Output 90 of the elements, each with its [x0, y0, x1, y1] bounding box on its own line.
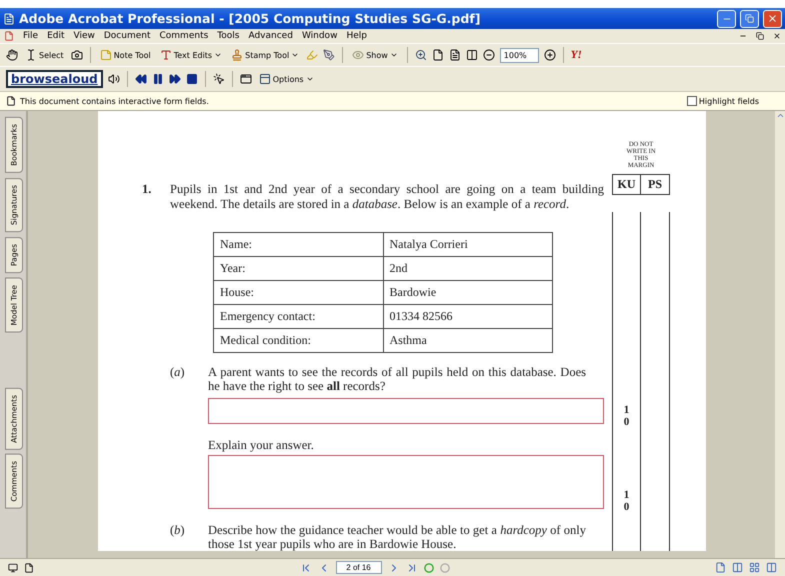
menu-item[interactable]: Document — [104, 31, 150, 41]
options-button[interactable]: Options — [256, 72, 316, 86]
menu-item[interactable]: Window — [302, 31, 338, 41]
table-cell: Name: — [214, 232, 383, 256]
table-cell: House: — [214, 280, 383, 304]
monitor-icon[interactable] — [8, 562, 18, 572]
info-message: This document contains interactive form fields. — [20, 96, 210, 106]
minimize-button[interactable] — [717, 10, 736, 28]
page-icon[interactable] — [24, 562, 34, 572]
text-icon — [160, 49, 172, 61]
pause-icon[interactable] — [152, 73, 164, 85]
highlight-fields-checkbox[interactable]: Highlight fields — [686, 96, 759, 106]
menu-item[interactable]: View — [74, 31, 95, 41]
text-edits-button[interactable]: Text Edits — [158, 48, 224, 62]
stop-icon[interactable] — [186, 73, 198, 85]
panel-icon — [258, 73, 271, 85]
fit-width-icon[interactable] — [466, 49, 478, 61]
text-cursor-icon — [25, 49, 37, 61]
note-tool-button[interactable]: Note Tool — [98, 48, 153, 62]
table-cell: 01334 82566 — [383, 304, 552, 328]
close-button[interactable] — [763, 10, 782, 28]
mark-value: 0 — [624, 500, 630, 513]
eye-icon — [352, 49, 364, 61]
show-button[interactable]: Show — [350, 48, 400, 62]
menu-item[interactable]: File — [23, 31, 38, 41]
table-cell: Year: — [214, 256, 383, 280]
menu-item[interactable]: Help — [346, 31, 367, 41]
continuous-icon[interactable] — [732, 562, 743, 573]
menu-item[interactable]: Comments — [160, 31, 208, 41]
zoom-in-icon[interactable] — [544, 49, 556, 61]
question-text: Pupils in 1st and 2nd year of a secondary school are going on a team building weekend. The details are stored in a database. Below is an example of a record. — [170, 182, 604, 212]
scroll-up-icon[interactable] — [776, 111, 784, 120]
hand-icon[interactable] — [6, 49, 18, 61]
note-icon — [100, 49, 112, 61]
part-label: (b) — [170, 522, 186, 539]
close-icon — [767, 13, 778, 24]
table-cell: Natalya Corrieri — [383, 232, 552, 256]
pen-icon[interactable] — [323, 49, 336, 61]
restore-icon[interactable] — [756, 32, 764, 40]
document-icon — [6, 96, 16, 106]
zoom-in-icon[interactable] — [414, 49, 427, 61]
fit-page-icon[interactable] — [448, 49, 461, 61]
table-cell: Asthma — [383, 328, 552, 352]
screen-icon[interactable] — [240, 73, 252, 85]
browsealoud-logo[interactable]: browsealoud — [6, 70, 103, 88]
restore-button[interactable] — [740, 10, 759, 28]
restore-icon — [745, 14, 754, 23]
mark-value: 1 — [624, 404, 630, 416]
stamp-icon — [231, 49, 244, 61]
speaker-icon[interactable] — [108, 73, 120, 85]
fast-forward-icon[interactable] — [168, 73, 181, 85]
yahoo-logo[interactable]: Y! — [570, 49, 582, 61]
page-icon[interactable] — [432, 49, 444, 61]
rewind-icon[interactable] — [134, 73, 147, 85]
menu-item[interactable]: Advanced — [248, 31, 293, 41]
answer-box[interactable] — [208, 454, 604, 509]
part-label: (a) — [170, 364, 186, 381]
close-icon[interactable] — [773, 32, 781, 40]
menu-item[interactable]: Tools — [217, 31, 240, 41]
zoom-out-icon[interactable] — [482, 49, 495, 61]
table-cell: Emergency contact: — [214, 304, 383, 328]
margin-column-header: KU — [612, 174, 641, 195]
caret-icon — [306, 75, 314, 83]
pointer-icon[interactable] — [212, 73, 225, 85]
page-number-field[interactable]: 2 of 16 — [336, 561, 382, 574]
table-cell: Medical condition: — [214, 328, 383, 352]
mark-value: 1 — [624, 488, 630, 501]
select-button[interactable]: Select — [23, 48, 66, 62]
continuous-facing-icon[interactable] — [766, 562, 777, 573]
single-page-icon[interactable] — [715, 562, 726, 573]
caret-icon — [214, 51, 222, 59]
camera-icon[interactable] — [70, 49, 83, 61]
facing-icon[interactable] — [749, 562, 760, 573]
part-question: A parent wants to see the records of all pupils held on this database. Does he have the right to see all records? — [208, 364, 586, 393]
answer-box[interactable] — [208, 398, 604, 424]
window-title: Adobe Acrobat Professional - [2005 Computing Studies SG-G.pdf] — [19, 11, 482, 26]
document-icon[interactable] — [4, 31, 14, 41]
prompt-text: Explain your answer. — [208, 438, 314, 453]
app-icon — [3, 12, 15, 24]
table-cell: 2nd — [383, 256, 552, 280]
zoom-field[interactable]: 100% — [500, 48, 539, 62]
table-cell: Bardowie — [383, 280, 552, 304]
margin-column-header: PS — [641, 174, 670, 195]
mark-value: 0 — [624, 416, 630, 428]
menu-item[interactable]: Edit — [47, 31, 64, 41]
caret-icon — [390, 51, 398, 59]
stamp-tool-button[interactable]: Stamp Tool — [229, 48, 302, 62]
part-question: Describe how the guidance teacher would be able to get a hardcopy of only those 1st year pupils who are in Bardowie House. — [208, 522, 586, 551]
caret-icon — [291, 51, 300, 59]
question-number: 1. — [142, 182, 152, 198]
